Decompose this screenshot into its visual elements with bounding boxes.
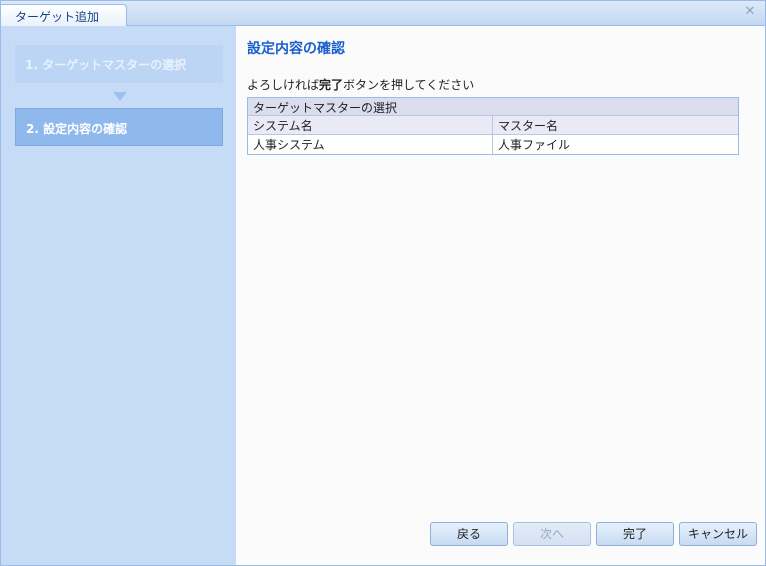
column-header-system-name: システム名 xyxy=(253,119,313,133)
cell-master-name: 人事ファイル xyxy=(492,135,738,154)
close-icon[interactable]: ✕ xyxy=(743,5,757,19)
cell-system-name: 人事システム xyxy=(253,138,325,152)
dialog-titlebar[interactable]: ターゲット追加 ✕ xyxy=(1,1,765,26)
column-header-master-name: マスター名 xyxy=(492,116,738,134)
table-row: 人事システム 人事ファイル xyxy=(248,135,738,154)
next-button[interactable]: 次へ xyxy=(513,522,591,546)
instruction-bold: 完了 xyxy=(319,78,344,92)
cancel-button[interactable]: キャンセル xyxy=(679,522,757,546)
wizard-step-confirm-settings: 2. 設定内容の確認 xyxy=(15,108,223,146)
finish-button[interactable]: 完了 xyxy=(596,522,674,546)
back-button[interactable]: 戻る xyxy=(430,522,508,546)
wizard-step-select-master: 1. ターゲットマスターの選択 xyxy=(15,45,223,83)
wizard-content: 設定内容の確認 よろしければ完了ボタンを押してください ターゲットマスターの選択… xyxy=(236,26,765,565)
instruction-post: ボタンを押してください xyxy=(343,78,475,92)
instruction-text: よろしければ完了ボタンを押してください xyxy=(247,76,474,93)
page-title: 設定内容の確認 xyxy=(247,41,345,57)
target-add-dialog: ターゲット追加 ✕ 1. ターゲットマスターの選択 2. 設定内容の確認 設定内… xyxy=(0,0,766,566)
summary-section-header: ターゲットマスターの選択 xyxy=(248,98,738,116)
summary-table: ターゲットマスターの選択 システム名 マスター名 人事システム 人事ファイル xyxy=(247,97,739,155)
wizard-steps-sidebar: 1. ターゲットマスターの選択 2. 設定内容の確認 xyxy=(2,26,236,565)
summary-column-headers: システム名 マスター名 xyxy=(248,116,738,135)
step-arrow-down-icon xyxy=(113,92,127,101)
dialog-title: ターゲット追加 xyxy=(1,4,127,26)
instruction-pre: よろしければ xyxy=(247,78,320,92)
